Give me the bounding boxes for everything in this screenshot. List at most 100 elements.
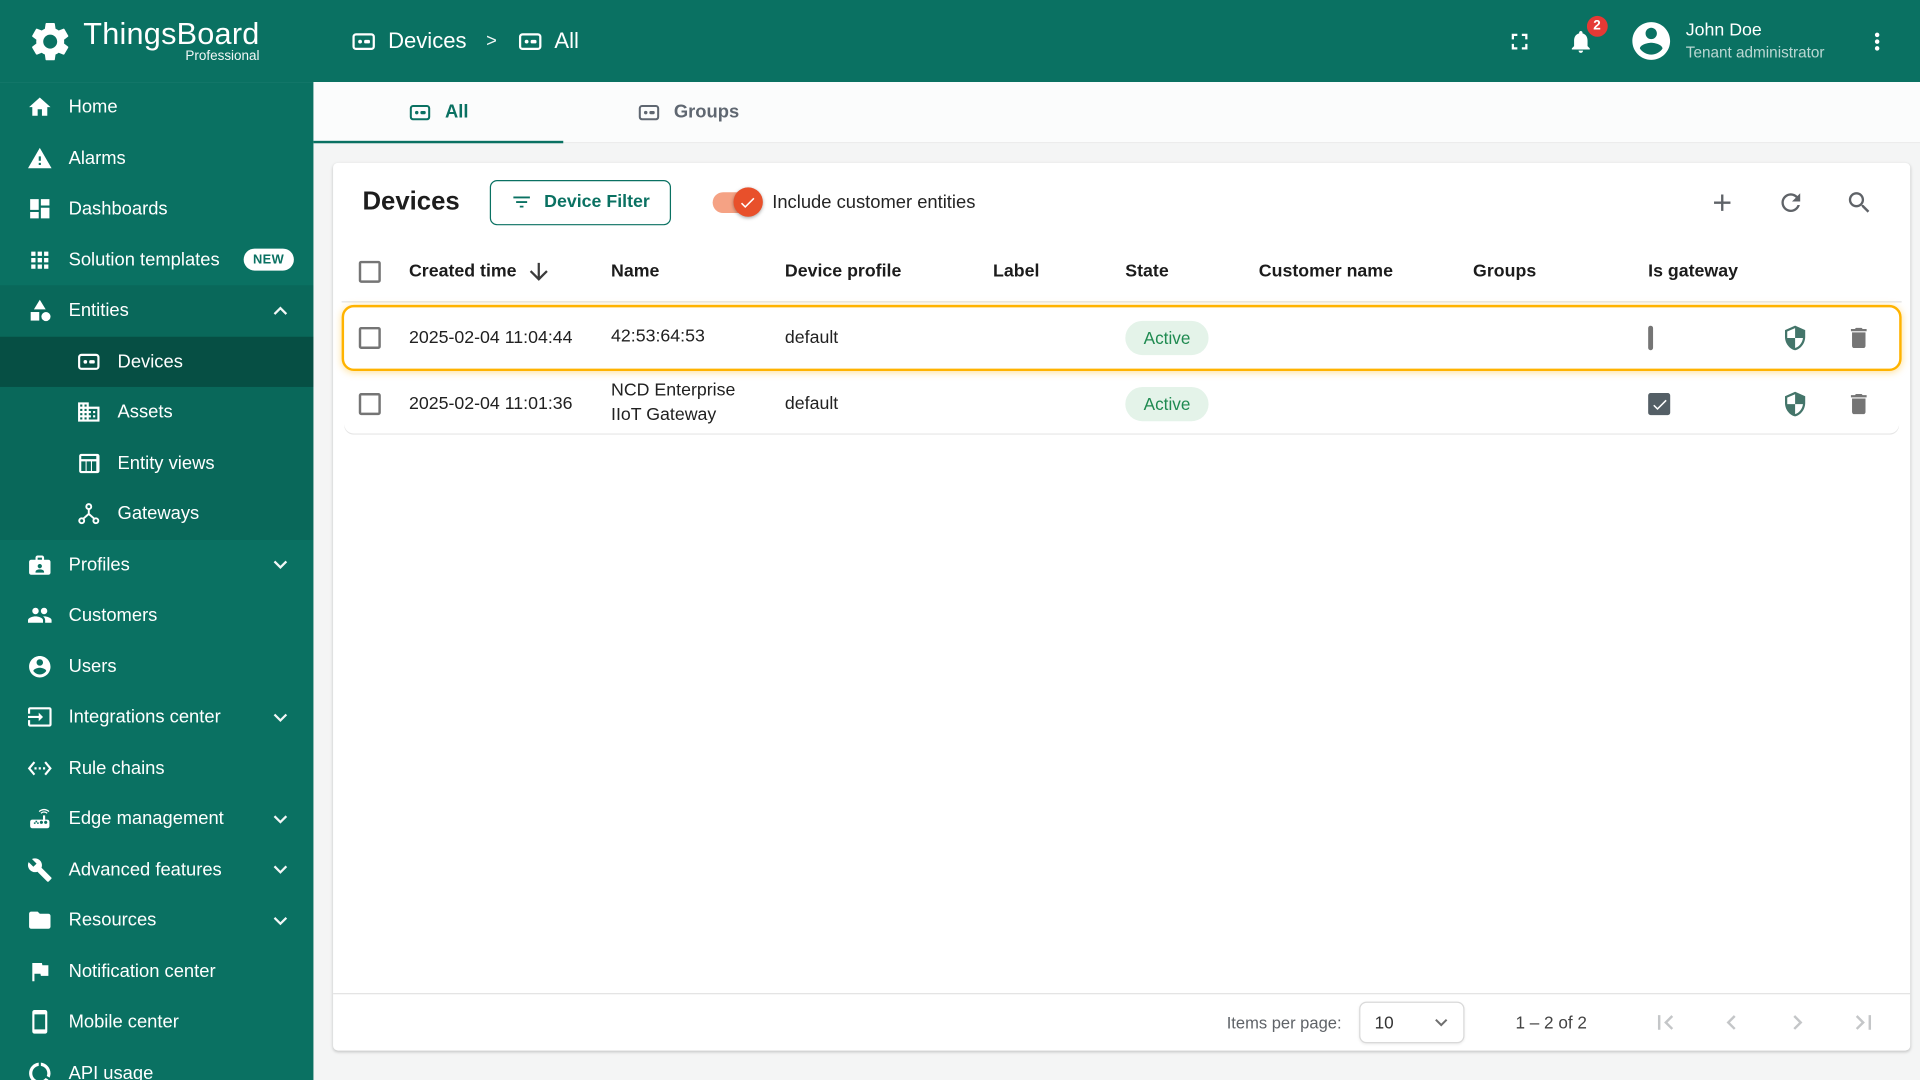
warning-icon [27, 145, 53, 171]
row-checkbox[interactable] [358, 326, 381, 349]
items-per-page-select[interactable]: 10 [1358, 1001, 1465, 1044]
delete-button[interactable] [1840, 386, 1877, 423]
user-menu[interactable]: John Doe Tenant administrator [1686, 20, 1825, 63]
sidebar-item-entity-views[interactable]: Entity views [0, 438, 313, 489]
sidebar-item-gateways[interactable]: Gateways [0, 489, 313, 540]
app-logo[interactable]: ThingsBoard Professional [27, 18, 260, 65]
sidebar-item-label: Assets [117, 401, 173, 423]
shield-icon [1782, 391, 1809, 418]
sidebar-item-users[interactable]: Users [0, 641, 313, 692]
previous-page-button[interactable] [1712, 1003, 1751, 1042]
sidebar-item-label: Entity views [117, 452, 215, 474]
sidebar-item-devices[interactable]: Devices [0, 336, 314, 387]
sidebar-item-advanced-features[interactable]: Advanced features [0, 844, 313, 895]
category-icon [27, 298, 53, 324]
sidebar-item-label: Home [68, 97, 118, 118]
sidebar-item-label: API usage [68, 1062, 154, 1080]
sidebar-item-profiles[interactable]: Profiles [0, 539, 313, 590]
next-page-button[interactable] [1778, 1003, 1817, 1042]
main-content: All Groups Devices Device Filter Include… [313, 82, 1920, 1080]
breadcrumb-all[interactable]: All [516, 28, 579, 55]
sidebar-item-mobile-center[interactable]: Mobile center [0, 997, 313, 1048]
sidebar-item-assets[interactable]: Assets [0, 387, 313, 438]
sidebar-item-solution-templates[interactable]: Solution templates NEW [0, 234, 313, 285]
sidebar-item-edge-management[interactable]: Edge management [0, 793, 313, 844]
sidebar-item-label: Mobile center [68, 1011, 179, 1033]
device-filter-button[interactable]: Device Filter [490, 179, 671, 225]
sidebar-item-label: Devices [117, 351, 183, 372]
sidebar-item-api-usage[interactable]: API usage [0, 1048, 313, 1080]
router-icon [27, 806, 53, 832]
first-page-button[interactable] [1646, 1003, 1685, 1042]
tab-all[interactable]: All [313, 82, 564, 144]
toggle-label: Include customer entities [772, 191, 976, 213]
delete-button[interactable] [1840, 320, 1877, 357]
is-gateway-checkbox[interactable] [1648, 325, 1654, 351]
folder-icon [27, 908, 53, 934]
flag-icon [27, 958, 53, 984]
column-state[interactable]: State [1125, 261, 1258, 281]
cell-created-time: 2025-02-04 11:04:44 [408, 328, 573, 348]
sidebar-item-integrations-center[interactable]: Integrations center [0, 692, 313, 743]
sidebar-item-entities[interactable]: Entities [0, 285, 313, 336]
toggle-switch[interactable] [712, 187, 763, 217]
include-customer-entities-toggle[interactable]: Include customer entities [712, 187, 976, 217]
column-groups[interactable]: Groups [1473, 261, 1648, 281]
cell-created-time: 2025-02-04 11:01:36 [408, 394, 573, 414]
search-button[interactable] [1840, 183, 1878, 221]
data-usage-icon [27, 1060, 53, 1080]
check-icon [739, 193, 757, 211]
security-button[interactable] [1777, 386, 1814, 423]
fullscreen-button[interactable] [1501, 23, 1538, 60]
column-device-profile[interactable]: Device profile [785, 261, 993, 281]
is-gateway-checkbox[interactable] [1648, 393, 1671, 416]
ethernet-icon [27, 755, 53, 781]
gear-logo-icon [27, 18, 74, 65]
column-name[interactable]: Name [611, 261, 785, 281]
breadcrumb-devices[interactable]: Devices [350, 28, 467, 55]
table-row[interactable]: 2025-02-04 11:04:44 42:53:64:53 default … [341, 304, 1902, 372]
input-icon [27, 704, 53, 730]
cell-name: 42:53:64:53 [611, 327, 705, 347]
chevron-down-icon [1429, 1010, 1453, 1034]
chevron-down-icon [267, 856, 294, 883]
sidebar-item-customers[interactable]: Customers [0, 590, 313, 641]
more-menu-button[interactable] [1859, 23, 1896, 60]
plus-icon [1708, 188, 1736, 216]
sidebar-item-dashboards[interactable]: Dashboards [0, 184, 313, 235]
tab-groups[interactable]: Groups [563, 82, 813, 142]
column-is-gateway[interactable]: Is gateway [1648, 261, 1777, 281]
account-icon [1628, 18, 1673, 63]
refresh-button[interactable] [1772, 183, 1810, 221]
sidebar-item-resources[interactable]: Resources [0, 895, 313, 946]
select-all-checkbox[interactable] [358, 260, 381, 283]
column-created-time[interactable]: Created time [409, 258, 611, 285]
avatar[interactable] [1628, 18, 1673, 63]
more-vert-icon [1864, 28, 1891, 55]
add-device-button[interactable] [1703, 183, 1741, 221]
sidebar-item-label: Alarms [68, 147, 126, 169]
table-row[interactable]: 2025-02-04 11:01:36 NCD Enterprise IIoT … [342, 371, 1902, 437]
new-badge: NEW [243, 248, 294, 271]
sidebar-item-rule-chains[interactable]: Rule chains [0, 743, 313, 794]
sidebar-item-alarms[interactable]: Alarms [0, 133, 313, 184]
sidebar-item-label: Solution templates [68, 249, 220, 271]
sidebar-item-label: Customers [68, 605, 158, 627]
last-page-button[interactable] [1844, 1003, 1883, 1042]
sidebar-item-notification-center[interactable]: Notification center [0, 946, 313, 997]
sidebar-item-label: Gateways [117, 503, 200, 525]
sidebar-item-label: Integrations center [68, 706, 221, 728]
panel-toolbar: Devices Device Filter Include customer e… [333, 163, 1910, 241]
top-bar: ThingsBoard Professional Devices > All 2… [0, 0, 1920, 83]
column-label[interactable]: Label [993, 261, 1125, 281]
devices-panel: Devices Device Filter Include customer e… [333, 162, 1911, 1051]
wrench-icon [27, 857, 53, 883]
app-edition: Professional [185, 49, 260, 64]
column-customer-name[interactable]: Customer name [1259, 261, 1473, 281]
sidebar-item-home[interactable]: Home [0, 82, 313, 133]
apps-grid-icon [27, 247, 53, 273]
badge-icon [27, 552, 53, 578]
sidebar-item-label: Entities [68, 300, 129, 322]
row-checkbox[interactable] [358, 393, 381, 416]
security-button[interactable] [1777, 320, 1814, 357]
